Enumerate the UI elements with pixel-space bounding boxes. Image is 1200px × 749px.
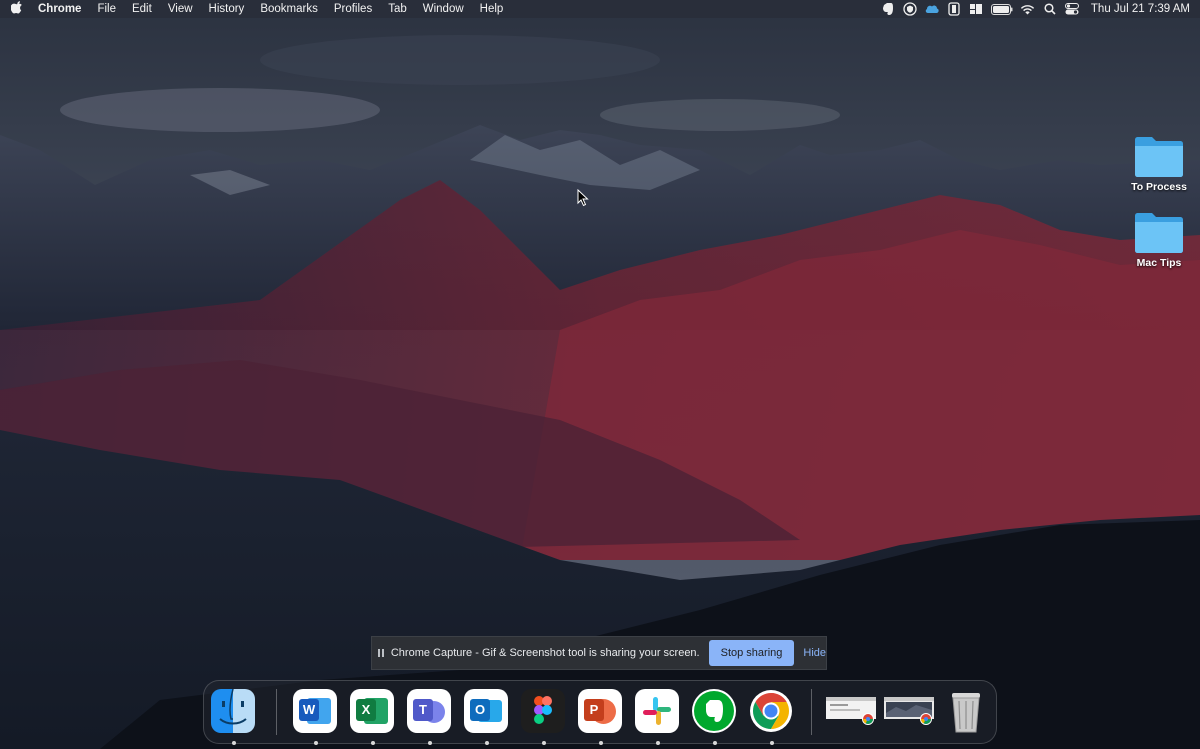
dock-trash[interactable]	[944, 689, 990, 735]
sharing-message: Chrome Capture - Gif & Screenshot tool i…	[390, 647, 700, 659]
pause-icon	[372, 648, 391, 658]
running-indicator	[232, 741, 236, 745]
screen-sharing-bar: Chrome Capture - Gif & Screenshot tool i…	[371, 636, 827, 670]
mouse-pointer-icon	[577, 188, 589, 212]
running-indicator	[599, 741, 603, 745]
dock-app-excel[interactable]: X	[350, 689, 396, 745]
cloud-icon[interactable]	[921, 0, 943, 18]
running-indicator	[770, 741, 774, 745]
running-indicator	[713, 741, 717, 745]
menu-file[interactable]: File	[89, 0, 124, 18]
minimized-chrome-window[interactable]	[884, 693, 934, 725]
running-indicator	[371, 741, 375, 745]
powerpoint-icon: P	[578, 689, 622, 733]
word-icon: W	[293, 689, 337, 733]
dock-app-finder[interactable]	[211, 689, 257, 745]
desktop-folder-to-process[interactable]: To Process	[1124, 134, 1194, 193]
folder-icon	[1135, 213, 1183, 253]
running-indicator	[485, 741, 489, 745]
apple-menu-icon[interactable]	[0, 1, 34, 17]
finder-icon	[211, 689, 255, 733]
minimized-chrome-window[interactable]	[826, 693, 876, 725]
menu-profiles[interactable]: Profiles	[326, 0, 380, 18]
window-manager-icon[interactable]	[965, 0, 987, 18]
evernote-app-icon	[692, 689, 736, 733]
dock-app-slack[interactable]	[635, 689, 681, 745]
excel-icon: X	[350, 689, 394, 733]
menu-bookmarks[interactable]: Bookmarks	[252, 0, 326, 18]
running-indicator	[542, 741, 546, 745]
evernote-icon[interactable]	[877, 0, 899, 18]
folder-label: To Process	[1131, 181, 1187, 193]
desktop-folder-mac-tips[interactable]: Mac Tips	[1124, 210, 1194, 269]
dock-app-evernote[interactable]	[692, 689, 738, 745]
figma-icon	[521, 689, 565, 733]
battery-icon[interactable]	[987, 0, 1017, 18]
dock-app-word[interactable]: W	[293, 689, 339, 745]
outlook-icon: O	[464, 689, 508, 733]
folder-icon	[1135, 137, 1183, 177]
running-indicator	[428, 741, 432, 745]
running-indicator	[656, 741, 660, 745]
teams-icon: T	[407, 689, 451, 733]
vpn-shield-icon[interactable]	[899, 0, 921, 18]
menu-bar: Chrome File Edit View History Bookmarks …	[0, 0, 1200, 18]
chrome-icon	[749, 689, 793, 733]
folder-label: Mac Tips	[1136, 257, 1182, 269]
dock-app-chrome[interactable]	[749, 689, 795, 745]
menu-history[interactable]: History	[201, 0, 253, 18]
slack-icon	[635, 689, 679, 733]
dock-separator	[276, 689, 277, 735]
hide-sharing-bar-button[interactable]: Hide	[803, 647, 826, 659]
menu-view[interactable]: View	[160, 0, 201, 18]
menubar-clock[interactable]: Thu Jul 21 7:39 AM	[1091, 3, 1190, 15]
dock: W X T O P	[203, 680, 997, 745]
dock-app-figma[interactable]	[521, 689, 567, 745]
running-indicator	[314, 741, 318, 745]
dock-separator	[811, 689, 812, 735]
trash-icon	[952, 693, 980, 733]
menu-app-name[interactable]: Chrome	[34, 0, 89, 18]
wifi-icon[interactable]	[1017, 0, 1039, 18]
menu-tab[interactable]: Tab	[380, 0, 415, 18]
search-icon[interactable]	[1039, 0, 1061, 18]
menu-help[interactable]: Help	[472, 0, 512, 18]
bartender-icon[interactable]	[943, 0, 965, 18]
menu-window[interactable]: Window	[415, 0, 472, 18]
control-center-icon[interactable]	[1061, 0, 1083, 18]
dock-app-teams[interactable]: T	[407, 689, 453, 745]
menu-edit[interactable]: Edit	[124, 0, 160, 18]
dock-app-powerpoint[interactable]: P	[578, 689, 624, 745]
stop-sharing-button[interactable]: Stop sharing	[708, 640, 795, 666]
dock-app-outlook[interactable]: O	[464, 689, 510, 745]
